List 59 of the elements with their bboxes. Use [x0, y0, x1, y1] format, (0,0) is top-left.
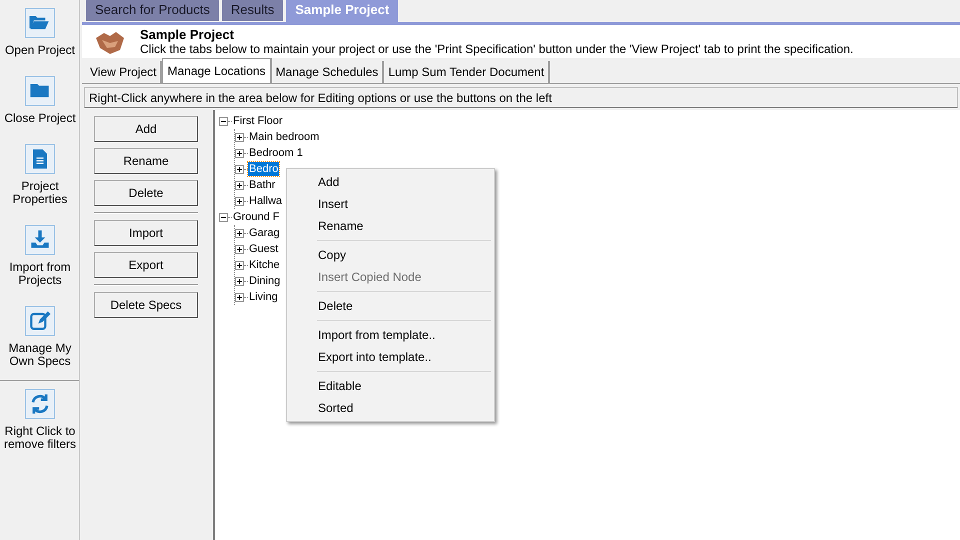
tab[interactable]: Manage Schedules: [272, 61, 384, 83]
action-button[interactable]: Import: [94, 220, 198, 246]
expand-icon[interactable]: [235, 276, 244, 286]
menu-item[interactable]: Export into template..: [290, 346, 491, 368]
collapse-icon[interactable]: [219, 212, 228, 222]
folder-icon: [25, 76, 55, 106]
expand-icon[interactable]: [235, 164, 244, 174]
tab[interactable]: Lump Sum Tender Document: [384, 61, 550, 83]
expand-icon[interactable]: [235, 196, 244, 206]
tab[interactable]: Search for Products: [86, 0, 219, 21]
sidebar-button[interactable]: Import from Projects: [0, 217, 80, 291]
menu-item[interactable]: Copy: [290, 244, 491, 266]
menu-item[interactable]: Delete: [290, 295, 491, 317]
tab[interactable]: Results: [222, 0, 284, 21]
sidebar-button[interactable]: Manage My Own Specs: [0, 298, 80, 372]
action-button[interactable]: Rename: [94, 148, 198, 174]
sidebar-button[interactable]: Close Project: [0, 68, 80, 129]
tree-item[interactable]: Ground F: [232, 210, 280, 224]
tree-item[interactable]: Guest: [248, 242, 280, 256]
tree-item[interactable]: Dining: [248, 274, 282, 288]
expand-icon[interactable]: [235, 244, 244, 254]
download-icon: [25, 225, 55, 255]
expand-icon[interactable]: [235, 292, 244, 302]
hint-bar: Right-Click anywhere in the area below for Editing options or use the buttons on the left: [84, 87, 958, 108]
tree-item[interactable]: Hallwa: [248, 194, 284, 208]
project-description: Click the tabs below to maintain your project or use the 'Print Specification' button under the 'View Project' tab to print the specification.: [140, 42, 854, 56]
tree-item[interactable]: Bathr: [248, 178, 276, 192]
tab[interactable]: Manage Locations: [162, 58, 272, 83]
action-button[interactable]: Add: [94, 116, 198, 142]
tree-item[interactable]: Garag: [248, 226, 281, 240]
action-button[interactable]: Delete: [94, 180, 198, 206]
menu-item[interactable]: Insert: [290, 193, 491, 215]
collapse-icon[interactable]: [219, 116, 228, 126]
menu-item[interactable]: Import from template..: [290, 324, 491, 346]
expand-icon[interactable]: [235, 260, 244, 270]
tree-item[interactable]: First Floor: [232, 114, 284, 128]
expand-icon[interactable]: [235, 148, 244, 158]
tree-item[interactable]: Main bedroom: [248, 130, 320, 144]
menu-item[interactable]: Rename: [290, 215, 491, 237]
edit-icon: [25, 306, 55, 336]
expand-icon[interactable]: [235, 180, 244, 190]
action-button[interactable]: Delete Specs: [94, 292, 198, 318]
menu-item[interactable]: Sorted: [290, 397, 491, 419]
sidebar-button[interactable]: Open Project: [0, 0, 80, 61]
expand-icon[interactable]: [235, 132, 244, 142]
tree-item[interactable]: Living: [248, 290, 279, 304]
expand-icon[interactable]: [235, 228, 244, 238]
document-icon: [25, 144, 55, 174]
refresh-icon: [25, 389, 55, 419]
menu-item[interactable]: Editable: [290, 375, 491, 397]
open-folder-icon: [25, 8, 55, 38]
tree-item[interactable]: Bedro: [248, 162, 280, 176]
tree-item[interactable]: Bedroom 1: [248, 146, 304, 160]
sidebar-button[interactable]: Right Click to remove filters: [0, 381, 80, 455]
project-title: Sample Project: [140, 28, 235, 42]
menu-item[interactable]: Add: [290, 171, 491, 193]
sidebar-button[interactable]: Project Properties: [0, 136, 80, 210]
tree-item[interactable]: Kitche: [248, 258, 281, 272]
action-button[interactable]: Export: [94, 252, 198, 278]
